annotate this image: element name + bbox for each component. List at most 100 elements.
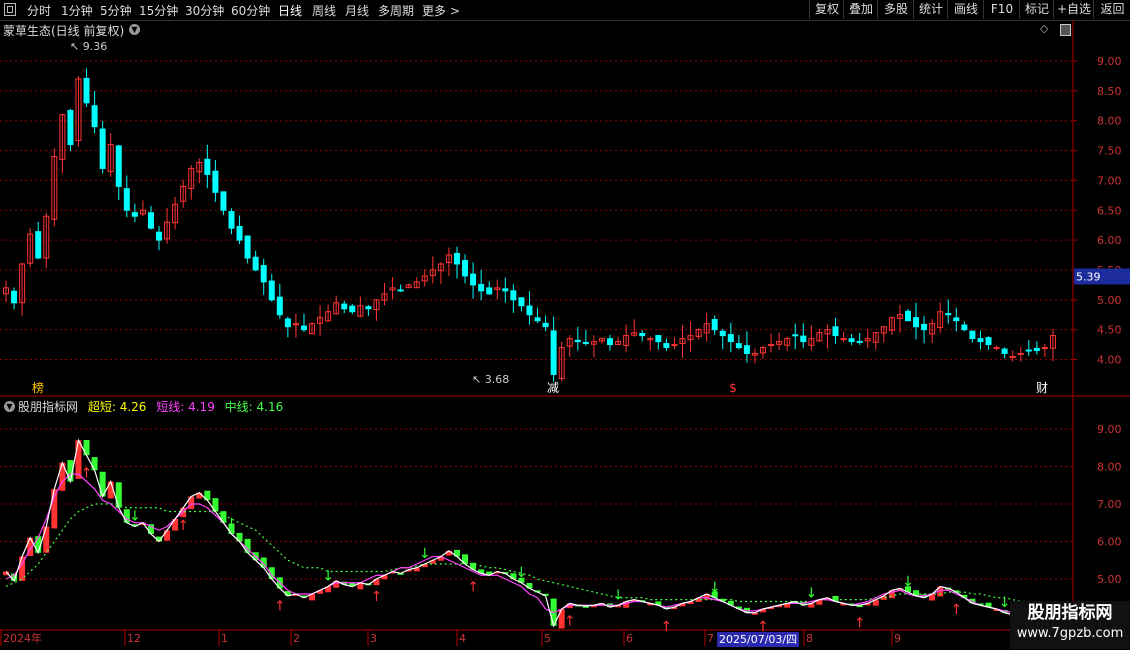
period-tab-weekly[interactable]: 周线 [312,2,336,19]
f10-button[interactable]: F10 [983,0,1020,19]
candle-body [357,305,364,317]
back-button[interactable]: 返回 [1093,0,1130,19]
statistics-button[interactable]: 统计 [913,0,948,19]
indicator-bar [550,598,557,626]
period-tab-30min[interactable]: 30分钟 [185,2,224,19]
y-tick-label: 5.00 [1097,294,1122,307]
indicator-bar [743,607,750,613]
candle-body [300,325,307,331]
x-axis-label: 8 [806,632,813,645]
indicator-bar [260,557,267,568]
candle-body [268,280,275,301]
indicator-title-bar: 股朋指标网 超短: 4.26 短线: 4.19 中线: 4.16 [18,398,289,415]
indicator-bar [808,603,815,608]
period-tab-fenshi[interactable]: 分时 [27,2,51,19]
indicator-bar [574,604,581,607]
window-icon[interactable] [4,3,16,16]
period-tab-15min[interactable]: 15分钟 [139,2,178,19]
mark-button[interactable]: 标记 [1019,0,1054,19]
y-tick-label: 9.00 [1097,55,1122,68]
indicator-bar [494,571,501,574]
indicator-bar [953,590,960,593]
indicator-bar [703,594,710,600]
candle-body [888,317,895,331]
restore-rights-button[interactable]: 复权 [809,0,844,19]
candle-body [615,341,622,345]
indicator-menu-icon[interactable]: ▼ [4,401,15,412]
period-tab-5min[interactable]: 5分钟 [100,2,132,19]
add-favorite-button[interactable]: +自选 [1053,0,1094,19]
indicator-bar [357,582,364,590]
period-tab-1min[interactable]: 1分钟 [61,2,93,19]
candle-body [204,158,211,175]
candle-body [309,323,316,335]
candle-body [929,323,936,335]
indicator-bar [518,577,525,583]
signal-arrow-icon: ↑ [274,598,286,614]
candle-body [880,326,887,334]
indicator-bar [429,560,436,564]
candle-body [373,299,380,311]
signal-arrow-icon: ↑ [467,580,479,596]
candle-body [228,211,235,229]
panel-toggle-icon[interactable] [1060,24,1071,36]
candle-body [276,296,283,316]
candle-body [904,310,911,322]
candle-body [945,313,952,316]
indicator-bar [123,509,130,523]
indicator-bar [325,586,332,593]
candle-body [365,306,372,310]
candle-body [212,170,219,193]
indicator-bar [188,496,195,510]
multi-stock-button[interactable]: 多股 [877,0,914,19]
indicator-bar [389,571,396,574]
indicator-bar [196,492,203,499]
candle-body [574,339,581,343]
candle-body [1017,353,1024,356]
candle-body [486,287,493,295]
draw-line-button[interactable]: 画线 [947,0,984,19]
signal-arrow-icon: ↑ [81,465,93,481]
x-axis-label: 2 [293,632,300,645]
indicator-bar [43,526,50,553]
candle-body [180,185,187,202]
overlay-button[interactable]: 叠加 [843,0,878,19]
candle-body [985,337,992,346]
more-periods-button[interactable]: 更多 > [422,2,460,19]
candle-body [220,191,227,211]
indicator-bar [462,554,469,564]
indicator-bar [172,519,179,531]
candle-body [671,344,678,347]
period-tab-daily[interactable]: 日线 [278,2,302,19]
period-tab-multi[interactable]: 多周期 [378,2,414,19]
chevron-down-icon[interactable]: ▼ [129,24,140,35]
candle-body [848,338,855,343]
candle-body [703,323,710,334]
indicator-bar [655,601,662,606]
event-marker-1: 减 [547,381,559,395]
diamond-icon[interactable]: ◇ [1040,22,1048,35]
candle-body [711,319,718,331]
candle-body [131,212,138,217]
indicator-bar [309,594,316,601]
candle-body [413,281,420,289]
indicator-name: 股朋指标网 [18,400,79,414]
period-tab-monthly[interactable]: 月线 [345,2,369,19]
indicator-bar [139,522,146,526]
indicator-bar [687,601,694,605]
indicator-bar [67,460,74,482]
candle-body [43,215,50,259]
indicator-bar [180,507,187,518]
signal-arrow-icon: ↓ [322,569,334,585]
indicator-bar [615,605,622,608]
x-axis-label: 4 [459,632,466,645]
x-axis-label: 3 [370,632,377,645]
indicator-bar [99,471,106,497]
period-tab-60min[interactable]: 60分钟 [231,2,270,19]
indicator-bar [115,482,122,508]
indicator-bar [510,573,517,579]
indicator-bar [751,612,758,615]
indicator-bar [832,595,839,602]
indicator-bar [164,530,171,541]
candle-body [961,324,968,331]
